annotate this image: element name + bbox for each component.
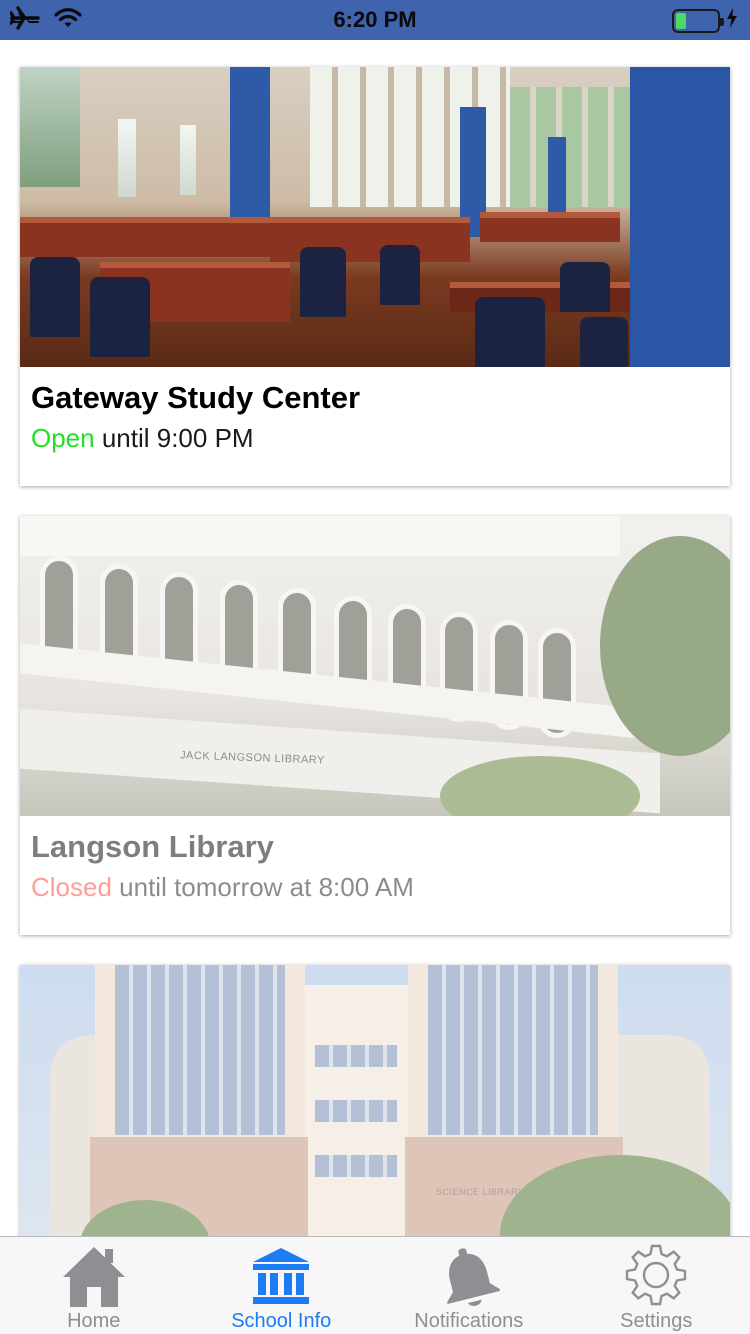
tab-notifications[interactable]: Notifications xyxy=(375,1237,563,1334)
tab-label: Home xyxy=(67,1310,121,1332)
school-building-icon xyxy=(246,1243,316,1309)
charging-bolt-icon xyxy=(726,8,738,33)
battery-icon xyxy=(672,8,724,33)
location-card-body: Gateway Study Center Open until 9:00 PM xyxy=(20,367,730,486)
tab-label: School Info xyxy=(231,1310,332,1332)
open-status: Open xyxy=(31,423,95,453)
location-name: Langson Library xyxy=(31,829,274,864)
building-sign-text: SCIENCE LIBRARY xyxy=(436,1187,525,1197)
library-list[interactable]: Gateway Study Center Open until 9:00 PM … xyxy=(0,40,750,1236)
tab-settings[interactable]: Settings xyxy=(563,1237,750,1334)
home-icon xyxy=(59,1243,129,1309)
location-hours: Closed until tomorrow at 8:00 AM xyxy=(31,872,719,902)
tab-label: Notifications xyxy=(414,1310,524,1332)
tab-bar: Home School Info Notifications Settings xyxy=(0,1236,750,1334)
location-card-gateway[interactable]: Gateway Study Center Open until 9:00 PM xyxy=(20,67,730,486)
closed-status: Closed xyxy=(31,872,112,902)
gear-icon xyxy=(621,1243,691,1309)
tab-school-info[interactable]: School Info xyxy=(188,1237,376,1334)
location-hours: Open until 9:00 PM xyxy=(31,423,719,453)
location-photo: SCIENCE LIBRARY xyxy=(20,965,730,1236)
tab-home[interactable]: Home xyxy=(0,1237,188,1334)
hours-text: until 9:00 PM xyxy=(94,423,254,453)
bell-icon xyxy=(434,1243,504,1309)
status-bar: 6:20 PM xyxy=(0,0,750,40)
status-time: 6:20 PM xyxy=(333,7,417,32)
location-name: Gateway Study Center xyxy=(31,380,361,415)
building-sign-text: JACK LANGSON LIBRARY xyxy=(179,749,326,767)
location-photo: JACK LANGSON LIBRARY xyxy=(20,516,730,816)
battery-fill xyxy=(676,12,686,29)
location-card-langson[interactable]: JACK LANGSON LIBRARY Langson Library Clo… xyxy=(20,516,730,935)
status-bar-right xyxy=(672,8,738,33)
location-photo xyxy=(20,67,730,367)
tab-label: Settings xyxy=(620,1310,693,1332)
location-card-body: Langson Library Closed until tomorrow at… xyxy=(20,816,730,935)
hours-text: until tomorrow at 8:00 AM xyxy=(111,872,414,902)
location-card-science-library[interactable]: SCIENCE LIBRARY xyxy=(20,965,730,1236)
